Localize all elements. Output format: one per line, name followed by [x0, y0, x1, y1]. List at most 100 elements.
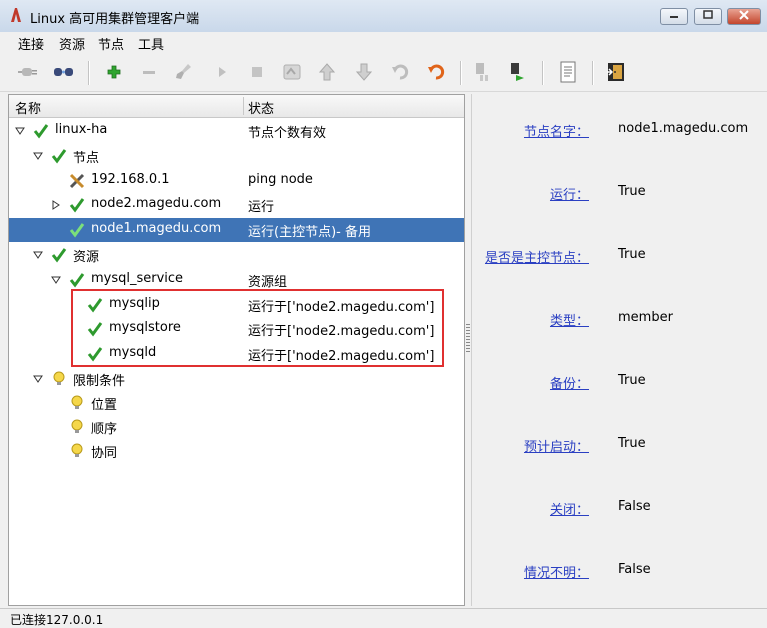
prop-label-running[interactable]: 运行：: [550, 184, 589, 203]
window-title: Linux 高可用集群管理客户端: [30, 12, 200, 27]
chevron-down-icon[interactable]: [51, 275, 61, 285]
tree-row-name: 协同: [91, 446, 118, 461]
menu-connect[interactable]: 连接: [18, 34, 44, 53]
start-button[interactable]: [210, 61, 234, 83]
check-icon: [51, 149, 67, 164]
prop-value-shutdown: False: [618, 499, 651, 514]
standby-button[interactable]: [470, 61, 494, 83]
prop-label-shutdown[interactable]: 关闭：: [550, 499, 589, 518]
bulb-icon: [71, 395, 83, 409]
bulb-icon: [71, 419, 83, 433]
prop-label-is-dc[interactable]: 是否是主控节点：: [485, 247, 589, 266]
tree-row-ping-node[interactable]: 192.168.0.1 ping node: [9, 169, 464, 193]
move-down-button[interactable]: [352, 61, 376, 83]
node-active-icon: [511, 63, 524, 81]
arrow-down-icon: [356, 63, 372, 81]
annotation-highlight-box: [71, 289, 444, 367]
menu-resources[interactable]: 资源: [59, 34, 85, 53]
close-button[interactable]: [727, 8, 761, 25]
tree-row-location[interactable]: 位置: [9, 391, 464, 415]
header-name[interactable]: 名称: [15, 98, 41, 117]
undo-orange-icon: [428, 64, 445, 80]
tree-row-order[interactable]: 顺序: [9, 415, 464, 439]
tree-row-name: 顺序: [91, 422, 118, 437]
tree-row-name: 资源: [73, 250, 100, 265]
prop-label-node-name[interactable]: 节点名字：: [524, 121, 589, 140]
cleanup-button[interactable]: [172, 61, 196, 83]
tree-row-name: node1.magedu.com: [91, 221, 222, 236]
migrate-icon: [283, 64, 301, 80]
tree-row-state: 节点个数有效: [248, 126, 327, 141]
tree-row-name: 位置: [91, 398, 118, 413]
cluster-tree[interactable]: 名称 状态 linux-ha 节点个数有效 节点 192.168.0.1 pin…: [8, 94, 465, 606]
check-icon: [69, 198, 85, 213]
tree-row-name: 节点: [73, 151, 100, 166]
menu-tools[interactable]: 工具: [138, 34, 164, 53]
close-icon: [739, 10, 749, 20]
properties-panel: 节点名字： node1.magedu.com 运行： True 是否是主控节点：…: [471, 94, 767, 606]
prop-value-running: True: [618, 184, 646, 199]
stop-button[interactable]: [245, 61, 269, 83]
chevron-down-icon[interactable]: [33, 250, 43, 260]
chevron-down-icon[interactable]: [33, 151, 43, 161]
tree-row-state: 资源组: [248, 275, 288, 290]
node-standby-icon: [476, 63, 488, 81]
tree-row-resources[interactable]: 资源: [9, 243, 464, 267]
add-button[interactable]: [102, 61, 126, 83]
tree-row-name: linux-ha: [55, 122, 108, 137]
prop-label-standby[interactable]: 备份：: [550, 373, 589, 392]
tree-row-colocation[interactable]: 协同: [9, 439, 464, 463]
check-icon: [51, 248, 67, 263]
tree-row-constraints[interactable]: 限制条件: [9, 367, 464, 391]
splitter-grip[interactable]: [466, 324, 470, 354]
tree-row-state: 运行: [248, 200, 275, 215]
header-state[interactable]: 状态: [248, 98, 274, 117]
tree-row-nodes[interactable]: 节点: [9, 144, 464, 168]
document-icon: [560, 61, 576, 83]
plug-disconnect-icon: [54, 68, 73, 76]
exit-door-icon: [607, 63, 624, 81]
chevron-down-icon[interactable]: [33, 374, 43, 384]
move-up-button[interactable]: [315, 61, 339, 83]
migrate-button[interactable]: [280, 61, 304, 83]
remove-button[interactable]: [137, 61, 161, 83]
play-icon: [219, 67, 226, 77]
minus-icon: [143, 71, 155, 74]
maximize-button[interactable]: [694, 8, 722, 25]
prop-label-unclean[interactable]: 情况不明：: [524, 562, 589, 581]
broom-icon: [176, 64, 191, 79]
view-log-button[interactable]: [556, 61, 580, 83]
disconnect-button[interactable]: [52, 61, 76, 83]
undo-button[interactable]: [388, 61, 412, 83]
prop-value-is-dc: True: [618, 247, 646, 262]
tree-row-node2[interactable]: node2.magedu.com 运行: [9, 193, 464, 217]
chevron-right-icon[interactable]: [51, 200, 61, 210]
bulb-icon: [71, 443, 83, 457]
tree-row-linux-ha[interactable]: linux-ha 节点个数有效: [9, 119, 464, 143]
refresh-button[interactable]: [424, 61, 448, 83]
prop-label-expected-up[interactable]: 预计启动：: [524, 436, 589, 455]
connection-status: 已连接127.0.0.1: [10, 613, 104, 627]
exit-button[interactable]: [604, 61, 628, 83]
tree-row-name: mysql_service: [91, 271, 184, 286]
chevron-down-icon[interactable]: [15, 126, 25, 136]
prop-value-node-name: node1.magedu.com: [618, 121, 749, 136]
title-bar[interactable]: Linux 高可用集群管理客户端: [0, 0, 767, 33]
tree-row-node1-selected[interactable]: node1.magedu.com 运行(主控节点)- 备用: [9, 218, 464, 242]
status-bar: 已连接127.0.0.1: [0, 608, 767, 627]
menu-nodes[interactable]: 节点: [98, 34, 124, 53]
stop-icon: [252, 67, 262, 77]
tree-row-name: 限制条件: [73, 374, 126, 389]
activate-button[interactable]: [505, 61, 529, 83]
prop-value-type: member: [618, 310, 673, 325]
undo-gray-icon: [392, 64, 409, 80]
check-icon: [69, 223, 85, 238]
prop-label-type[interactable]: 类型：: [550, 310, 589, 329]
connect-button[interactable]: [16, 61, 40, 83]
menu-bar: 连接 资源 节点 工具: [0, 32, 767, 53]
maximize-icon: [703, 10, 713, 19]
tree-row-state: 运行(主控节点)- 备用: [248, 225, 371, 240]
minimize-icon: [670, 16, 678, 18]
minimize-button[interactable]: [660, 8, 688, 25]
prop-value-expected-up: True: [618, 436, 646, 451]
